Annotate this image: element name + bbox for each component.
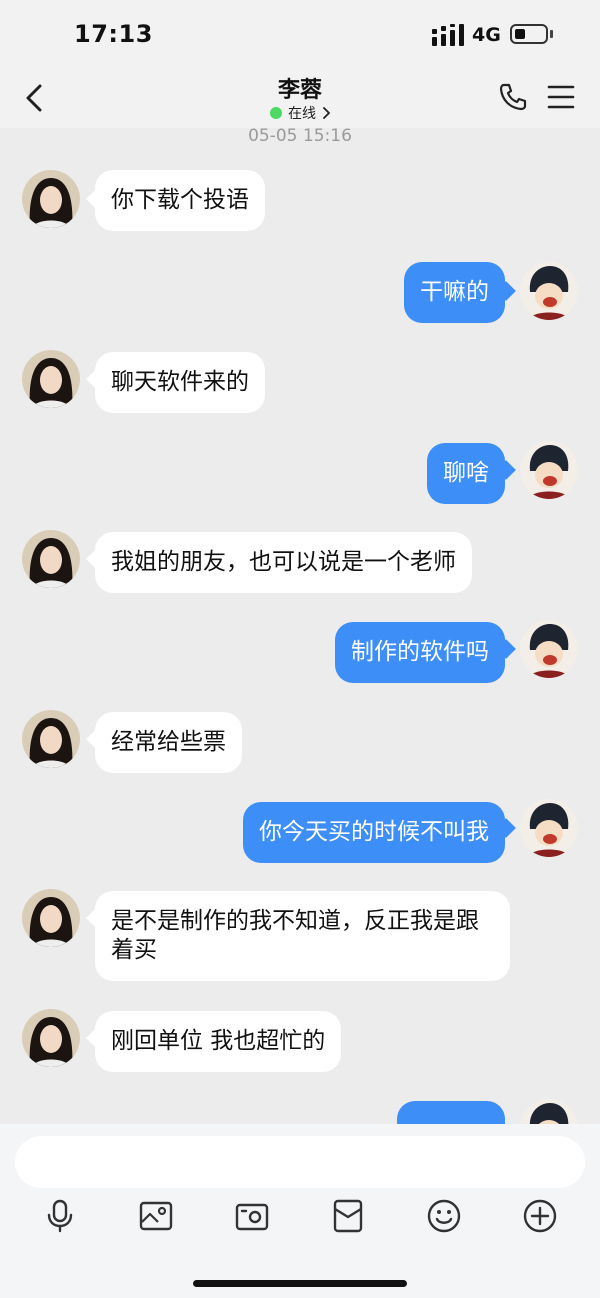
message-row-partial xyxy=(0,1099,600,1124)
phone-icon[interactable] xyxy=(498,82,528,112)
presence-label: 在线 xyxy=(288,106,316,122)
plus-icon[interactable] xyxy=(522,1198,558,1234)
my-avatar[interactable] xyxy=(520,441,578,499)
contact-avatar[interactable] xyxy=(22,530,80,588)
my-avatar[interactable] xyxy=(520,799,578,857)
incoming-message-bubble[interactable]: 是不是制作的我不知道，反正我是跟着买 xyxy=(95,891,510,981)
battery-icon xyxy=(510,24,548,44)
emoji-icon[interactable] xyxy=(426,1198,462,1234)
camera-icon[interactable] xyxy=(234,1198,270,1234)
red-packet-icon[interactable] xyxy=(330,1198,366,1234)
microphone-icon[interactable] xyxy=(42,1198,78,1234)
status-bar: 17:13 4G xyxy=(0,0,600,70)
incoming-message-bubble[interactable]: 聊天软件来的 xyxy=(95,352,265,413)
chevron-right-icon xyxy=(323,107,330,119)
battery-tip xyxy=(550,30,553,38)
incoming-message-bubble[interactable]: 你下载个投语 xyxy=(95,170,265,231)
outgoing-message-bubble[interactable]: 你今天买的时候不叫我 xyxy=(243,802,505,863)
menu-icon[interactable] xyxy=(547,84,575,110)
message-input[interactable] xyxy=(15,1136,585,1188)
contact-avatar[interactable] xyxy=(22,889,80,947)
contact-avatar[interactable] xyxy=(22,710,80,768)
presence-status[interactable]: 在线 xyxy=(270,103,332,123)
home-indicator xyxy=(193,1280,407,1287)
incoming-message-bubble[interactable]: 经常给些票 xyxy=(95,712,242,773)
network-type: 4G xyxy=(472,24,501,46)
message-timestamp: 05-05 15:16 xyxy=(248,126,352,146)
my-avatar[interactable] xyxy=(520,620,578,678)
input-area xyxy=(0,1124,600,1298)
outgoing-message-bubble-partial[interactable] xyxy=(397,1101,505,1124)
chat-header: 李蓉 在线 xyxy=(0,70,600,128)
status-time: 17:13 xyxy=(74,20,153,48)
my-avatar[interactable] xyxy=(520,262,578,320)
my-avatar[interactable] xyxy=(520,1099,578,1124)
contact-avatar[interactable] xyxy=(22,1009,80,1067)
incoming-message-bubble[interactable]: 刚回单位 我也超忙的 xyxy=(95,1011,342,1072)
contact-avatar[interactable] xyxy=(22,350,80,408)
battery-level xyxy=(515,29,525,39)
outgoing-message-bubble[interactable]: 聊啥 xyxy=(427,443,505,504)
online-dot-icon xyxy=(270,107,282,119)
incoming-message-bubble[interactable]: 我姐的朋友，也可以说是一个老师 xyxy=(95,532,472,593)
outgoing-message-bubble[interactable]: 制作的软件吗 xyxy=(335,622,505,683)
signal-icon xyxy=(432,24,464,46)
image-icon[interactable] xyxy=(138,1198,174,1234)
contact-avatar[interactable] xyxy=(22,170,80,228)
outgoing-message-bubble[interactable]: 干嘛的 xyxy=(404,262,505,323)
